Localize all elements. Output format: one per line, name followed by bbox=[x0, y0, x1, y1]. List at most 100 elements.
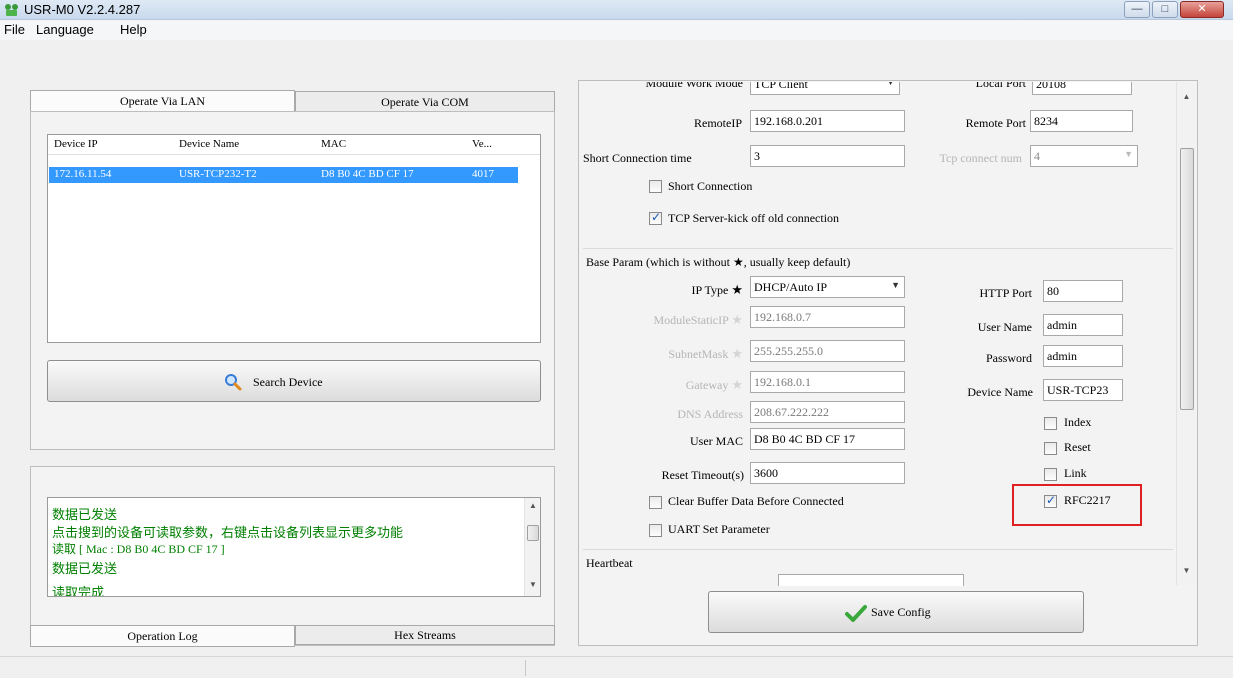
link-checkbox[interactable] bbox=[1044, 468, 1057, 481]
reset-timeout-input[interactable]: 3600 bbox=[750, 462, 905, 484]
rfc2217-label: RFC2217 bbox=[1064, 493, 1111, 507]
user-name-input[interactable]: admin bbox=[1043, 314, 1123, 336]
http-port-label: HTTP Port bbox=[979, 286, 1032, 300]
divider bbox=[583, 549, 1173, 550]
scroll-up-icon[interactable]: ▲ bbox=[525, 501, 540, 510]
window-title: USR-M0 V2.2.4.287 bbox=[24, 2, 141, 17]
user-name-label: User Name bbox=[977, 320, 1032, 334]
tab-operation-log[interactable]: Operation Log bbox=[30, 625, 295, 647]
star-icon: ★ bbox=[731, 312, 743, 327]
chevron-down-icon: ▼ bbox=[1124, 149, 1133, 159]
static-ip-input[interactable]: 192.168.0.7 bbox=[750, 306, 905, 328]
remote-port-label: Remote Port bbox=[965, 116, 1026, 130]
status-divider bbox=[525, 660, 526, 676]
menu-language[interactable]: Language bbox=[36, 22, 94, 37]
short-conn-time-input[interactable]: 3 bbox=[750, 145, 905, 167]
log-line: 数据已发送 bbox=[52, 561, 118, 576]
static-ip-label: ModuleStaticIP ★ bbox=[653, 312, 743, 327]
star-icon: ★ bbox=[731, 346, 743, 361]
cell-device-name: USR-TCP232-T2 bbox=[179, 168, 257, 180]
table-row[interactable]: 172.16.11.54 USR-TCP232-T2 D8 B0 4C BD C… bbox=[49, 167, 518, 183]
log-line: 点击搜到的设备可读取参数，右键点击设备列表显示更多功能 bbox=[52, 525, 404, 540]
log-scrollbar[interactable]: ▲ ▼ bbox=[524, 498, 540, 596]
rfc2217-checkbox[interactable] bbox=[1044, 493, 1057, 508]
remote-ip-label: RemoteIP bbox=[694, 116, 742, 130]
tcp-connect-num-select[interactable]: 4 ▼ bbox=[1030, 145, 1138, 167]
password-label: Password bbox=[985, 351, 1032, 365]
log-scroll-thumb[interactable] bbox=[527, 525, 539, 541]
index-checkbox[interactable] bbox=[1044, 417, 1057, 430]
minimize-button[interactable]: — bbox=[1124, 1, 1150, 18]
close-icon: ✕ bbox=[1197, 3, 1207, 15]
uart-set-label: UART Set Parameter bbox=[668, 522, 770, 536]
reset-timeout-label: Reset Timeout(s) bbox=[661, 468, 744, 482]
title-bar: USR-M0 V2.2.4.287 — □ ✕ bbox=[0, 0, 1233, 20]
device-list[interactable]: Device IP Device Name MAC Ve... 172.16.1… bbox=[47, 134, 541, 343]
subnet-label: SubnetMask ★ bbox=[668, 346, 743, 361]
chevron-down-icon: ▼ bbox=[886, 82, 895, 87]
link-label: Link bbox=[1064, 466, 1087, 480]
user-mac-input[interactable]: D8 B0 4C BD CF 17 bbox=[750, 428, 905, 450]
scroll-up-icon[interactable]: ▲ bbox=[1177, 92, 1196, 101]
config-scrollbar[interactable]: ▲ ▼ bbox=[1176, 82, 1196, 585]
maximize-button[interactable]: □ bbox=[1152, 1, 1178, 18]
col-device-name[interactable]: Device Name bbox=[179, 138, 239, 150]
log-line: 读取完成 bbox=[52, 585, 105, 597]
log-line: 数据已发送 bbox=[52, 507, 118, 522]
remote-ip-input[interactable]: 192.168.0.201 bbox=[750, 110, 905, 132]
tcp-kick-checkbox[interactable] bbox=[649, 210, 662, 225]
base-param-title: Base Param (which is without ★, usually … bbox=[586, 255, 851, 269]
menu-file[interactable]: File bbox=[4, 22, 25, 37]
gateway-input[interactable]: 192.168.0.1 bbox=[750, 371, 905, 393]
subnet-input[interactable]: 255.255.255.0 bbox=[750, 340, 905, 362]
operation-log-box[interactable]: 数据已发送 点击搜到的设备可读取参数，右键点击设备列表显示更多功能 读取 [ M… bbox=[47, 497, 541, 597]
local-port-label: Local Port bbox=[975, 82, 1026, 90]
cell-device-ip: 172.16.11.54 bbox=[54, 168, 112, 180]
col-mac[interactable]: MAC bbox=[321, 138, 346, 150]
config-scroll-thumb[interactable] bbox=[1180, 148, 1194, 410]
divider bbox=[583, 248, 1173, 249]
maximize-icon: □ bbox=[1161, 3, 1169, 15]
device-name-input[interactable]: USR-TCP23 bbox=[1043, 379, 1123, 401]
short-connection-checkbox[interactable] bbox=[649, 180, 662, 193]
save-config-button[interactable]: Save Config bbox=[708, 591, 1084, 633]
tab-hex-streams[interactable]: Hex Streams bbox=[295, 625, 555, 645]
search-device-button[interactable]: Search Device bbox=[47, 360, 541, 402]
col-version[interactable]: Ve... bbox=[472, 138, 492, 150]
cell-mac: D8 B0 4C BD CF 17 bbox=[321, 168, 414, 180]
dns-label: DNS Address bbox=[677, 407, 743, 421]
cell-version: 4017 bbox=[472, 168, 494, 180]
close-button[interactable]: ✕ bbox=[1180, 1, 1224, 18]
log-line: 读取 [ Mac : D8 B0 4C BD CF 17 ] bbox=[52, 542, 225, 556]
heartbeat-select[interactable] bbox=[778, 574, 964, 586]
menu-help[interactable]: Help bbox=[120, 22, 147, 37]
password-input[interactable]: admin bbox=[1043, 345, 1123, 367]
tab-operate-via-lan[interactable]: Operate Via LAN bbox=[30, 90, 295, 112]
gateway-label: Gateway ★ bbox=[685, 377, 743, 392]
remote-port-input[interactable]: 8234 bbox=[1030, 110, 1133, 132]
device-list-header: Device IP Device Name MAC Ve... bbox=[48, 135, 540, 155]
chevron-down-icon: ▼ bbox=[891, 280, 900, 290]
scroll-down-icon[interactable]: ▼ bbox=[525, 580, 540, 589]
user-mac-label: User MAC bbox=[690, 434, 743, 448]
clear-buffer-checkbox[interactable] bbox=[649, 496, 662, 509]
reset-label: Reset bbox=[1064, 440, 1091, 454]
checkmark-icon bbox=[845, 605, 867, 622]
scroll-down-icon[interactable]: ▼ bbox=[1177, 566, 1196, 575]
local-port-input[interactable]: 20108 bbox=[1032, 82, 1132, 95]
http-port-input[interactable]: 80 bbox=[1043, 280, 1123, 302]
star-icon: ★ bbox=[731, 282, 743, 297]
dns-input[interactable]: 208.67.222.222 bbox=[750, 401, 905, 423]
star-icon: ★ bbox=[731, 377, 743, 392]
search-icon bbox=[225, 374, 242, 391]
tab-operate-via-com[interactable]: Operate Via COM bbox=[295, 91, 555, 113]
work-mode-label: Module Work Mode bbox=[645, 82, 743, 90]
work-mode-select[interactable]: TCP Client ▼ bbox=[750, 82, 900, 95]
search-device-label: Search Device bbox=[253, 375, 323, 389]
short-conn-time-label: Short Connection time bbox=[583, 151, 692, 165]
save-config-label: Save Config bbox=[871, 605, 931, 619]
uart-set-checkbox[interactable] bbox=[649, 524, 662, 537]
ip-type-select[interactable]: DHCP/Auto IP ▼ bbox=[750, 276, 905, 298]
col-device-ip[interactable]: Device IP bbox=[54, 138, 98, 150]
reset-checkbox[interactable] bbox=[1044, 442, 1057, 455]
